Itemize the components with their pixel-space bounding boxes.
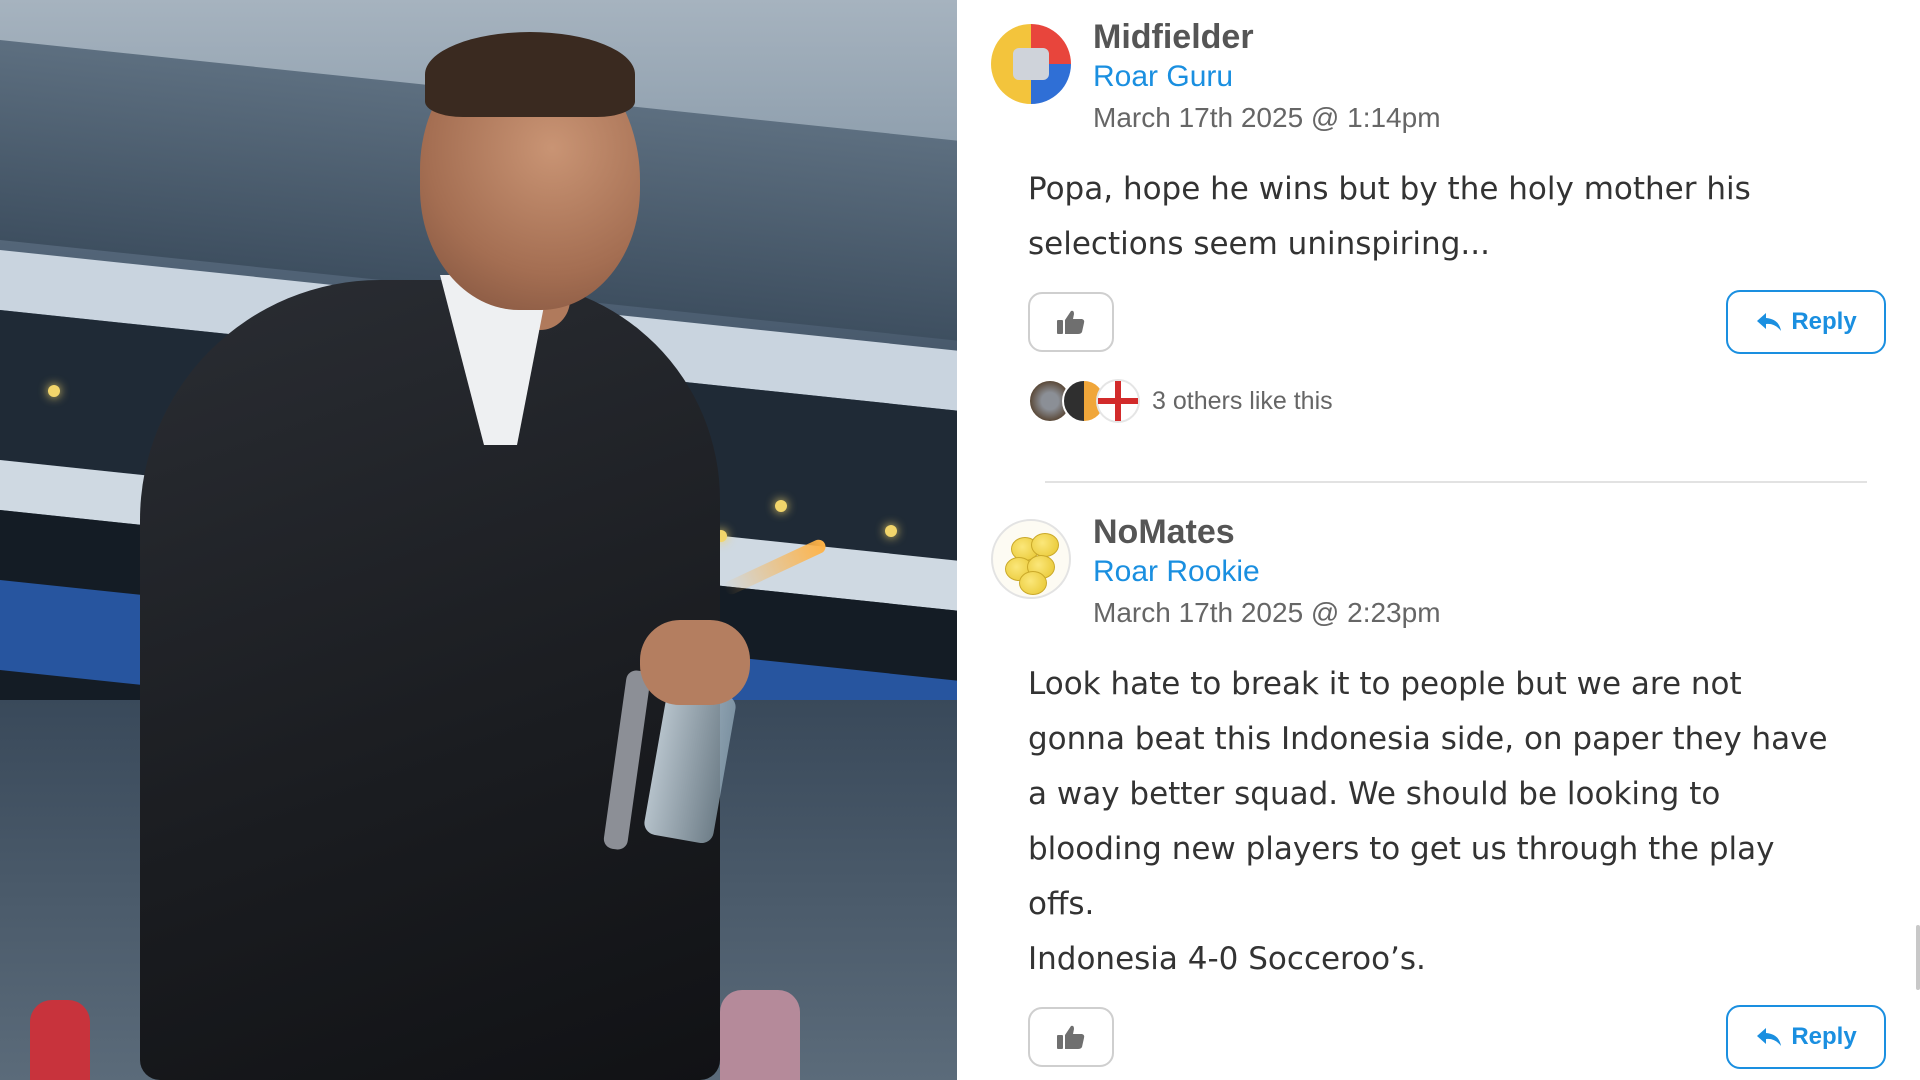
comment: NoMates Roar Rookie March 17th 2025 @ 2:…	[957, 495, 1920, 1080]
comment-author[interactable]: NoMates	[1093, 513, 1235, 552]
reply-label: Reply	[1791, 308, 1857, 335]
reply-button[interactable]: Reply	[1726, 1005, 1886, 1069]
coach-figure	[120, 32, 800, 1080]
coach-hand	[640, 620, 750, 705]
comment-timestamp: March 17th 2025 @ 1:14pm	[1093, 102, 1441, 133]
user-avatar-icon	[991, 24, 1071, 104]
comment-divider	[1045, 481, 1867, 483]
stadium-light	[48, 385, 60, 397]
avatar[interactable]	[991, 519, 1071, 599]
reply-button[interactable]: Reply	[1726, 290, 1886, 354]
liker-avatar	[1096, 379, 1140, 423]
comment-author[interactable]: Midfielder	[1093, 18, 1254, 57]
like-button[interactable]	[1028, 1007, 1114, 1067]
thumbs-up-icon	[1057, 1025, 1085, 1049]
lemons-avatar-icon	[993, 521, 1069, 597]
likers-row[interactable]: 3 others like this	[1028, 378, 1333, 424]
like-button[interactable]	[1028, 292, 1114, 352]
reply-arrow-icon	[1757, 313, 1782, 331]
screen: Midfielder Roar Guru March 17th 2025 @ 1…	[0, 0, 1920, 1080]
user-rank[interactable]: Roar Guru	[1093, 60, 1233, 94]
coach-photo	[0, 0, 957, 1080]
reply-arrow-icon	[1757, 1028, 1782, 1046]
thumbs-up-icon	[1057, 310, 1085, 334]
likers-text: 3 others like this	[1152, 386, 1333, 415]
comment-timestamp: March 17th 2025 @ 2:23pm	[1093, 597, 1441, 628]
avatar[interactable]	[991, 24, 1071, 104]
coach-hair	[425, 32, 635, 117]
user-rank[interactable]: Roar Rookie	[1093, 555, 1260, 589]
comment-body: Popa, hope he wins but by the holy mothe…	[1028, 171, 1751, 262]
comment: Midfielder Roar Guru March 17th 2025 @ 1…	[957, 0, 1920, 470]
crowd-figure	[30, 1000, 90, 1080]
stadium-light	[885, 525, 897, 537]
comment-body: Look hate to break it to people but we a…	[1028, 666, 1828, 977]
comments-panel: Midfielder Roar Guru March 17th 2025 @ 1…	[957, 0, 1920, 1080]
reply-label: Reply	[1791, 1023, 1857, 1050]
